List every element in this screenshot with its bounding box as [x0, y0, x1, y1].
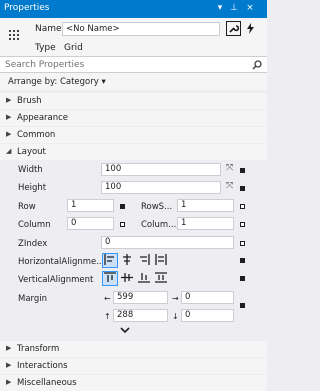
margin-left-field[interactable]: 599 [113, 291, 168, 304]
arrow-up-icon: ↑ [104, 312, 111, 321]
category-label: Transform [17, 344, 60, 354]
type-value: Grid [64, 43, 83, 53]
margin-bottom-field[interactable]: 0 [181, 309, 234, 322]
properties-header: Name <No Name> Type Grid [0, 18, 267, 56]
rowspan-label: RowS... [141, 202, 173, 212]
columnspan-field[interactable]: 1 [177, 217, 234, 230]
align-left-button[interactable] [102, 253, 118, 268]
category-label: Miscellaneous [17, 378, 77, 388]
horizontal-alignment-group [102, 253, 170, 268]
align-center-icon [123, 254, 131, 265]
events-button[interactable] [243, 21, 258, 36]
align-vstretch-button[interactable] [153, 271, 169, 286]
vertical-alignment-label: VerticalAlignment [18, 275, 94, 285]
width-field[interactable]: 100 [101, 163, 221, 176]
properties-title-bar: Properties ▾ ⊥ × [0, 0, 267, 18]
arrow-right-icon: → [172, 294, 179, 303]
horizontal-alignment-label: HorizontalAlignme... [18, 257, 105, 267]
auto-size-icon[interactable]: ⤧ [226, 181, 233, 191]
category-label: Common [17, 130, 56, 140]
property-marker[interactable] [240, 222, 245, 227]
lightning-icon [247, 23, 254, 34]
margin-top-field[interactable]: 288 [113, 309, 168, 322]
width-label: Width [18, 165, 43, 175]
column-label: Column [18, 220, 51, 230]
arrange-by-dropdown[interactable]: Arrange by: Category ▾ [0, 73, 267, 90]
expand-arrow-icon: ▶ [6, 130, 12, 138]
expand-arrow-icon: ▶ [6, 361, 12, 369]
expand-arrow-icon: ▶ [6, 113, 12, 121]
arrange-by-label: Arrange by: Category ▾ [8, 77, 106, 87]
search-icon [252, 60, 262, 70]
row-label: Row [18, 202, 36, 212]
category-appearance[interactable]: ▶ Appearance [0, 110, 267, 126]
arrow-down-icon: ↓ [172, 312, 179, 321]
align-left-icon [104, 254, 114, 265]
expand-arrow-icon: ▶ [6, 344, 12, 352]
property-marker[interactable] [120, 204, 125, 209]
row-field[interactable]: 1 [67, 199, 114, 212]
align-bottom-button[interactable] [136, 271, 152, 286]
category-interactions[interactable]: ▶ Interactions [0, 358, 267, 374]
align-right-button[interactable] [136, 253, 152, 268]
expand-arrow-icon: ▶ [6, 96, 12, 104]
align-bottom-icon [138, 273, 150, 283]
name-field[interactable]: <No Name> [62, 22, 220, 36]
align-stretch-button[interactable] [153, 253, 169, 268]
margin-label: Margin [18, 294, 48, 304]
show-more-chevron-icon[interactable] [120, 327, 130, 334]
align-middle-icon [121, 273, 133, 282]
dropdown-icon[interactable]: ▾ [214, 2, 226, 15]
rowspan-field[interactable]: 1 [177, 199, 234, 212]
property-marker[interactable] [120, 222, 125, 227]
category-label: Appearance [17, 113, 69, 123]
auto-size-icon[interactable]: ⤧ [226, 163, 233, 173]
name-label: Name [35, 24, 62, 34]
type-label: Type [35, 43, 56, 53]
column-field[interactable]: 0 [67, 217, 114, 230]
property-marker[interactable] [240, 168, 245, 173]
vertical-alignment-group [102, 271, 170, 286]
pin-icon[interactable]: ⊥ [228, 2, 240, 15]
zindex-field[interactable]: 0 [101, 236, 234, 249]
category-transform[interactable]: ▶ Transform [0, 341, 267, 357]
align-vstretch-icon [155, 272, 167, 283]
search-input[interactable]: Search Properties [5, 60, 84, 70]
align-center-button[interactable] [119, 253, 135, 268]
grid-icon [9, 30, 21, 42]
property-marker[interactable] [240, 276, 245, 281]
category-layout[interactable]: ◢ Layout [0, 144, 267, 160]
columnspan-label: Colum... [141, 220, 177, 230]
panel-title: Properties [4, 3, 50, 13]
collapse-arrow-icon: ◢ [6, 147, 12, 155]
align-stretch-icon [155, 254, 167, 265]
property-marker[interactable] [240, 303, 245, 308]
wrench-icon [229, 25, 240, 33]
category-label: Brush [17, 96, 42, 106]
property-marker[interactable] [240, 258, 245, 263]
category-brush[interactable]: ▶ Brush [0, 93, 267, 109]
zindex-label: ZIndex [18, 239, 48, 249]
align-top-icon [104, 272, 116, 282]
property-marker[interactable] [240, 241, 245, 246]
category-label: Interactions [17, 361, 68, 371]
align-middle-button[interactable] [119, 271, 135, 286]
close-icon[interactable]: × [244, 2, 256, 15]
align-right-icon [140, 254, 150, 265]
properties-button[interactable] [226, 21, 241, 36]
align-top-button[interactable] [102, 271, 118, 286]
expand-arrow-icon: ▶ [6, 378, 12, 386]
margin-right-field[interactable]: 0 [181, 291, 234, 304]
search-box[interactable]: Search Properties [0, 56, 267, 73]
arrow-left-icon: ← [104, 294, 111, 303]
height-label: Height [18, 183, 47, 193]
category-label: Layout [17, 147, 46, 157]
height-field[interactable]: 100 [101, 181, 221, 194]
property-marker[interactable] [240, 204, 245, 209]
category-miscellaneous[interactable]: ▶ Miscellaneous [0, 375, 267, 391]
property-marker[interactable] [240, 186, 245, 191]
category-common[interactable]: ▶ Common [0, 127, 267, 143]
